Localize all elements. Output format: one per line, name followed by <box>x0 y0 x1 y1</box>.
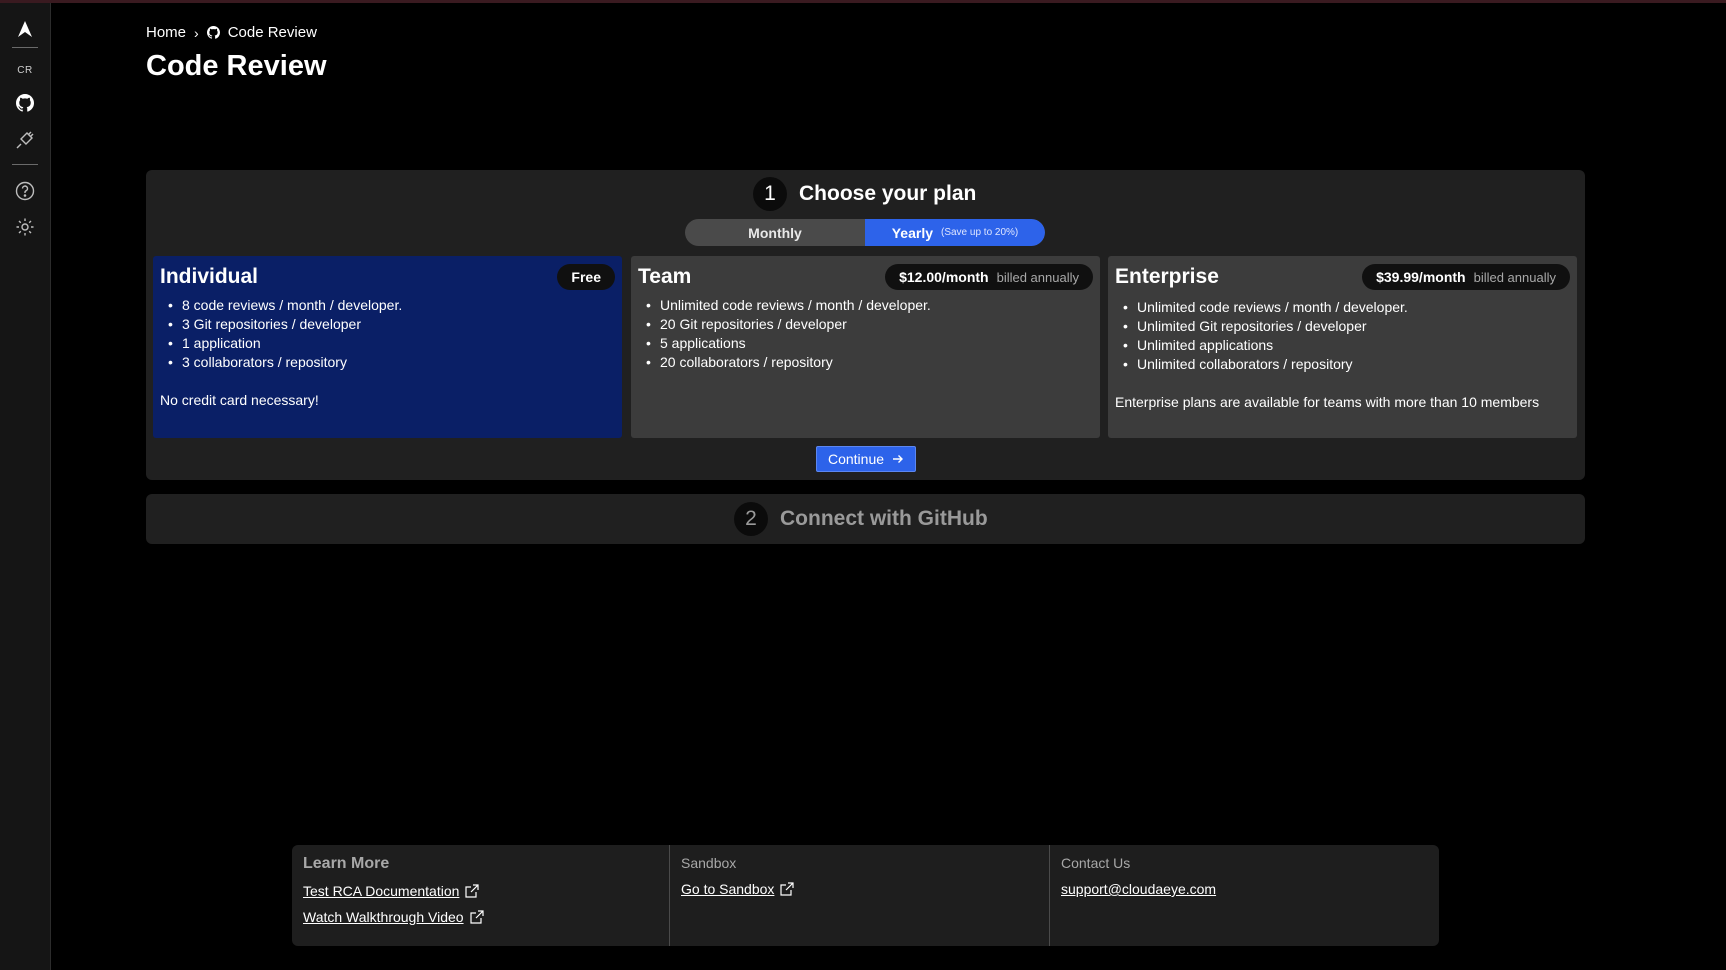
help-icon <box>15 181 35 201</box>
plan-billing: billed annually <box>1473 269 1556 285</box>
toggle-monthly-label: Monthly <box>748 224 802 241</box>
plan-name: Individual <box>160 265 259 288</box>
page-title: Code Review <box>146 50 327 82</box>
free-badge: Free <box>571 269 601 285</box>
sidebar-item-settings[interactable] <box>0 216 50 238</box>
sidebar-divider <box>12 164 38 165</box>
plan-card-team[interactable]: Team $12.00/month billed annually Unlimi… <box>631 256 1100 438</box>
window-top-border <box>0 0 1726 3</box>
sidebar: CR <box>0 3 51 970</box>
feature-item: 1 application <box>160 334 615 353</box>
plug-icon <box>16 131 34 149</box>
plan-features: Unlimited code reviews / month / develop… <box>638 296 1093 372</box>
feature-item: Unlimited code reviews / month / develop… <box>638 296 1093 315</box>
sidebar-item-help[interactable] <box>0 180 50 202</box>
footer-section-title: Sandbox <box>681 855 737 871</box>
yearly-save-note: (Save up to 20%) <box>941 227 1019 238</box>
step-title: Choose your plan <box>799 182 977 205</box>
gear-icon <box>16 218 34 236</box>
arrow-right-icon <box>893 455 904 463</box>
sidebar-divider <box>12 47 38 48</box>
feature-item: 20 collaborators / repository <box>638 353 1093 372</box>
plan-card-enterprise[interactable]: Enterprise $39.99/month billed annually … <box>1108 256 1577 438</box>
step-connect-github[interactable]: 2 Connect with GitHub <box>146 494 1585 544</box>
feature-item: Unlimited Git repositories / developer <box>1115 317 1570 336</box>
walkthrough-video-link[interactable]: Watch Walkthrough Video <box>303 909 658 925</box>
external-link-icon <box>469 910 484 924</box>
plan-note: No credit card necessary! <box>160 392 319 408</box>
step-number: 1 <box>753 177 787 211</box>
feature-item: Unlimited code reviews / month / develop… <box>1115 298 1570 317</box>
footer-sandbox: Sandbox Go to Sandbox <box>669 845 1049 946</box>
step-header: 1 Choose your plan <box>753 177 976 211</box>
plan-price: $12.00/month <box>899 269 989 285</box>
step-number: 2 <box>734 502 768 536</box>
sandbox-link[interactable]: Go to Sandbox <box>681 881 1038 897</box>
breadcrumb-separator: › <box>194 24 199 41</box>
plan-card-individual[interactable]: Individual Free 8 code reviews / month /… <box>153 256 622 438</box>
external-link-icon <box>780 882 795 896</box>
step-header: 2 Connect with GitHub <box>734 502 988 536</box>
sidebar-section-label: CR <box>0 63 50 77</box>
plan-billing: billed annually <box>996 269 1079 285</box>
feature-item: 3 Git repositories / developer <box>160 315 615 334</box>
footer-contact: Contact Us support@cloudaeye.com <box>1049 845 1439 946</box>
plan-note: Enterprise plans are available for teams… <box>1115 394 1540 410</box>
docs-link-label: Test RCA Documentation <box>303 883 460 899</box>
feature-item: 5 applications <box>638 334 1093 353</box>
breadcrumb: Home › Code Review <box>146 24 317 41</box>
sidebar-item-integrations[interactable] <box>0 129 50 151</box>
sandbox-link-label: Go to Sandbox <box>681 881 775 897</box>
continue-button[interactable]: Continue <box>816 446 916 472</box>
feature-item: 8 code reviews / month / developer. <box>160 296 615 315</box>
breadcrumb-current: Code Review <box>227 24 317 41</box>
feature-item: Unlimited applications <box>1115 336 1570 355</box>
footer-learn-more: Learn More Test RCA Documentation Watch … <box>292 845 669 946</box>
plan-price-badge: $39.99/month billed annually <box>1362 264 1570 290</box>
external-link-icon <box>465 884 480 898</box>
support-email-link[interactable]: support@cloudaeye.com <box>1061 881 1428 897</box>
plan-features: Unlimited code reviews / month / develop… <box>1115 298 1570 374</box>
walkthrough-link-label: Watch Walkthrough Video <box>303 909 464 925</box>
toggle-monthly[interactable]: Monthly <box>685 219 865 246</box>
continue-label: Continue <box>827 451 885 467</box>
feature-item: 20 Git repositories / developer <box>638 315 1093 334</box>
billing-toggle: Monthly Yearly (Save up to 20%) <box>685 219 1045 246</box>
feature-item: 3 collaborators / repository <box>160 353 615 372</box>
step-choose-plan: 1 Choose your plan Monthly Yearly (Save … <box>146 170 1585 480</box>
breadcrumb-home[interactable]: Home <box>146 24 186 41</box>
plan-name: Team <box>638 265 692 288</box>
toggle-yearly[interactable]: Yearly (Save up to 20%) <box>865 219 1045 246</box>
plan-price: $39.99/month <box>1376 269 1466 285</box>
logo-icon[interactable] <box>0 17 50 41</box>
plan-features: 8 code reviews / month / developer. 3 Gi… <box>160 296 615 372</box>
plan-name: Enterprise <box>1115 265 1219 288</box>
plan-price-badge: $12.00/month billed annually <box>885 264 1093 290</box>
footer-panel: Learn More Test RCA Documentation Watch … <box>292 845 1439 946</box>
sidebar-item-github[interactable] <box>0 92 50 114</box>
github-icon <box>16 94 34 112</box>
footer-section-title: Learn More <box>303 855 390 872</box>
footer-section-title: Contact Us <box>1061 855 1131 871</box>
docs-link[interactable]: Test RCA Documentation <box>303 883 658 899</box>
plan-price-badge: Free <box>557 264 615 290</box>
toggle-yearly-label: Yearly <box>891 224 933 241</box>
sidebar-cr-label: CR <box>17 64 33 76</box>
support-email: support@cloudaeye.com <box>1061 881 1217 897</box>
feature-item: Unlimited collaborators / repository <box>1115 355 1570 374</box>
step-title: Connect with GitHub <box>780 507 988 530</box>
github-icon <box>206 26 220 39</box>
